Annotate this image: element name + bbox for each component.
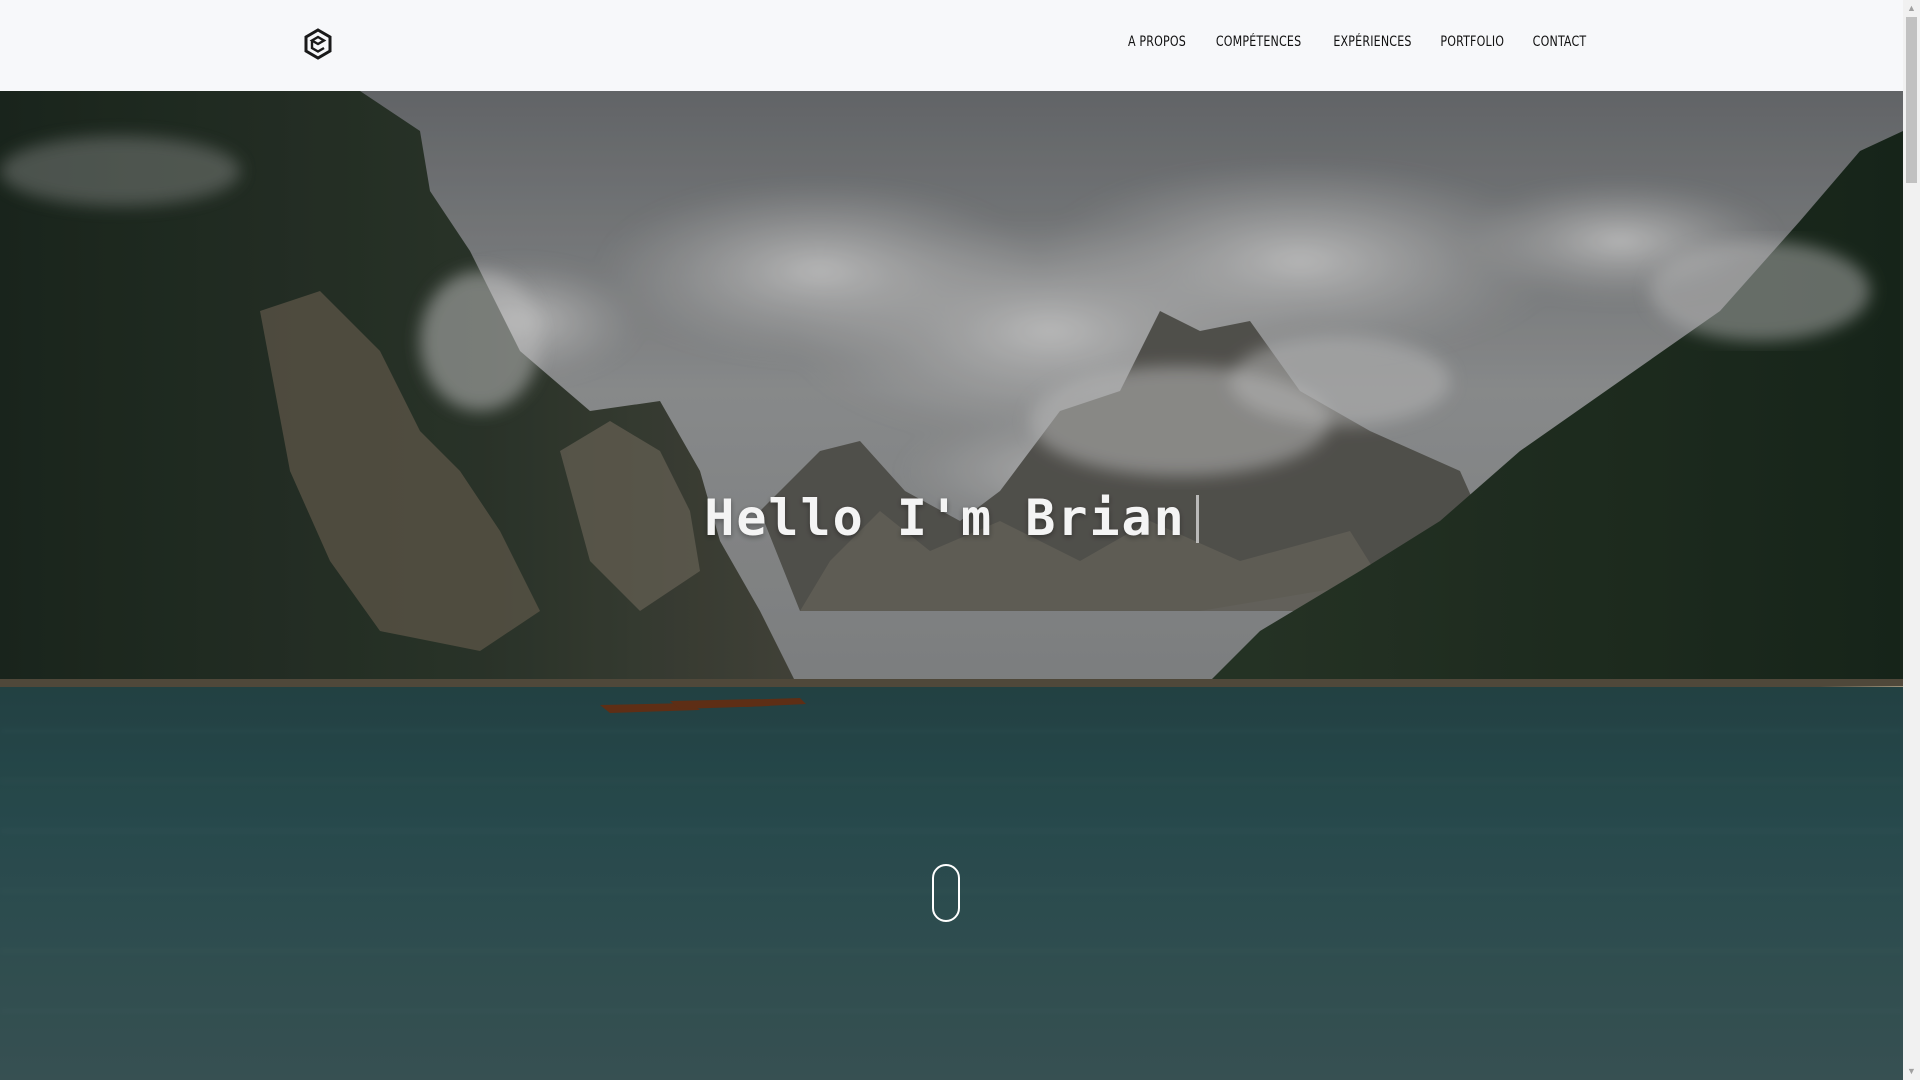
hero-title: Hello I'm Brian <box>0 489 1903 547</box>
hero-section: Hello I'm Brian <box>0 91 1903 1080</box>
main-nav: A PROPOS COMPÉTENCES EXPÉRIENCES PORTFOL… <box>1124 34 1590 50</box>
scrollbar-thumb[interactable] <box>1906 17 1917 183</box>
hero-title-text: Hello I'm Brian <box>704 489 1186 547</box>
scroll-down-icon[interactable]: ▼ <box>1903 1063 1920 1080</box>
nav-a-propos[interactable]: A PROPOS <box>1128 34 1186 50</box>
vertical-scrollbar[interactable]: ▲ ▼ <box>1903 0 1920 1080</box>
hexagon-logo-icon[interactable] <box>303 28 333 60</box>
scroll-up-icon[interactable]: ▲ <box>1903 0 1920 17</box>
nav-contact[interactable]: CONTACT <box>1533 34 1587 50</box>
nav-experiences[interactable]: EXPÉRIENCES <box>1333 34 1411 50</box>
typing-caret <box>1195 495 1199 543</box>
hero-background-image <box>0 91 1903 1080</box>
nav-portfolio[interactable]: PORTFOLIO <box>1441 34 1505 50</box>
nav-competences[interactable]: COMPÉTENCES <box>1216 34 1301 50</box>
site-header: A PROPOS COMPÉTENCES EXPÉRIENCES PORTFOL… <box>0 0 1903 91</box>
mouse-scroll-icon[interactable] <box>932 864 960 922</box>
